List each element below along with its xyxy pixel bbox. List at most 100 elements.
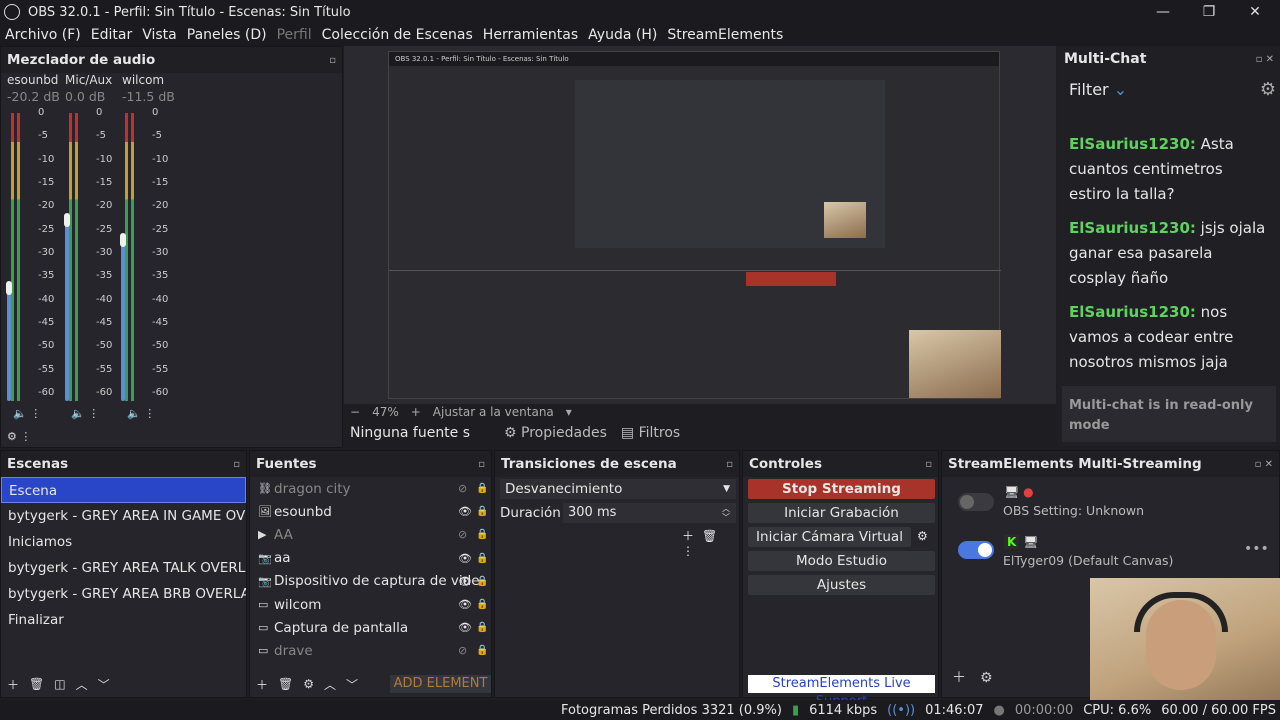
filters-button[interactable]: ▤ Filtros [621,425,680,441]
lock-icon[interactable]: 🔒 [476,506,488,517]
transition-select[interactable]: Desvanecimiento ▼ [500,479,736,499]
add-element-button[interactable]: ADD ELEMENT [390,675,491,693]
transition-tools[interactable]: ＋🗑⋮ [682,527,739,558]
undock-icon[interactable]: ▫ [726,459,733,470]
lock-icon[interactable]: 🔒 [476,529,488,540]
obs-output-toggle[interactable] [958,493,994,511]
mute-icon[interactable]: 🔈 ⋮ [13,407,41,420]
menu-herramientas[interactable]: Herramientas [478,27,583,43]
chevron-down-icon[interactable]: ▾ [566,405,572,419]
source-item[interactable]: ▭ wilcom 👁 🔒 [250,593,491,616]
eye-icon[interactable]: 👁 [458,552,472,565]
stop-streaming-button[interactable]: Stop Streaming [748,479,935,499]
source-item[interactable]: ⛓ dragon city ⊘ 🔒 [250,477,491,500]
minimize-button[interactable]: — [1140,0,1186,24]
webcam-overlay [1090,578,1280,720]
menu-editar[interactable]: Editar [86,27,137,43]
menu-paneles[interactable]: Paneles (D) [182,27,272,43]
chat-message: ElSaurius1230: nos vamos a codear entre … [1069,300,1269,375]
undock-icon[interactable]: ▫ [233,459,240,470]
lock-icon[interactable]: 🔒 [476,599,488,610]
scene-item[interactable]: bytygerk - GREY AREA IN GAME OVERLAY [1,503,246,529]
maximize-button[interactable]: ❐ [1186,0,1232,24]
add-icon[interactable]: ＋ [7,676,19,693]
source-item[interactable]: 🖼 esounbd 👁 🔒 [250,500,491,523]
source-item[interactable]: 📷 Dispositivo de captura de vide 👁 🔒 [250,570,491,593]
source-item[interactable]: ▭ Captura de pantalla 👁 🔒 [250,616,491,639]
trash-icon[interactable]: 🗑 [29,677,44,691]
volume-fader-handle[interactable] [6,280,12,295]
eye-icon[interactable]: 👁 [458,575,472,588]
move-up-icon[interactable]: ︿ [324,676,336,693]
stepper-icon[interactable]: ︿ ﹀ [722,504,730,522]
move-down-icon[interactable]: ﹀ [98,676,110,693]
menu-coleccion[interactable]: Colección de Escenas [317,27,478,43]
kick-output-toggle[interactable] [958,541,994,559]
volume-fader-fill[interactable] [7,286,11,401]
close-button[interactable]: ✕ [1232,0,1278,24]
meter-tick-label: -35 [152,270,169,282]
menu-streamelements[interactable]: StreamElements [662,27,788,43]
volume-fader-fill[interactable] [121,239,125,401]
scene-item[interactable]: bytygerk - GREY AREA BRB OVERLAY [1,581,246,607]
eye-hidden-icon[interactable]: ⊘ [458,482,467,495]
move-up-icon[interactable]: ︿ [76,676,88,693]
scene-item[interactable]: Iniciamos [1,529,246,555]
eye-icon[interactable]: 👁 [458,621,472,634]
virtual-camera-button[interactable]: Iniciar Cámara Virtual [748,527,911,547]
undock-icon[interactable]: ▫ [329,55,336,66]
eye-hidden-icon[interactable]: ⊘ [458,644,467,657]
mixer-settings-icon[interactable]: ⚙ ⋮ [7,430,31,443]
add-icon[interactable]: ＋ [256,676,268,693]
volume-fader-handle[interactable] [120,233,126,247]
live-support-button[interactable]: StreamElements Live Support [748,675,935,709]
lock-icon[interactable]: 🔒 [476,576,488,587]
eye-icon[interactable]: 👁 [458,598,472,611]
lock-icon[interactable]: 🔒 [476,483,488,494]
se-toolbar[interactable]: ＋⚙ [952,667,1007,687]
fit-window-select[interactable]: Ajustar a la ventana [433,405,554,419]
source-item[interactable]: 📷 aa 👁 🔒 [250,547,491,570]
volume-fader-fill[interactable] [65,219,69,401]
gear-icon[interactable]: ⚙ [303,677,314,691]
gear-icon[interactable]: ⚙ [917,529,928,543]
menu-archivo[interactable]: Archivo (F) [0,27,86,43]
undock-icon[interactable]: ▫ [925,459,932,470]
scene-item[interactable]: bytygerk - GREY AREA TALK OVERLAY [1,555,246,581]
settings-button[interactable]: Ajustes [748,575,935,595]
more-icon[interactable]: ••• [1244,541,1269,557]
mute-icon[interactable]: 🔈 ⋮ [71,407,99,420]
mute-icon[interactable]: 🔈 ⋮ [127,407,155,420]
source-item[interactable]: ▭ drave ⊘ 🔒 [250,639,491,662]
scene-item[interactable]: Escena [1,477,246,503]
lock-icon[interactable]: 🔒 [476,645,488,656]
meter-tick-label: -55 [96,363,113,375]
lock-icon[interactable]: 🔒 [476,553,488,564]
multistreaming-title: StreamElements Multi-Streaming [948,456,1202,472]
move-down-icon[interactable]: ﹀ [346,676,358,693]
scene-item[interactable]: Finalizar [1,607,246,633]
chat-user: ElSaurius1230: [1069,303,1196,321]
start-recording-button[interactable]: Iniciar Grabación [748,503,935,523]
menu-vista[interactable]: Vista [137,27,182,43]
menu-perfil[interactable]: Perfil [272,27,317,43]
properties-button[interactable]: ⚙ Propiedades [504,425,607,441]
filter-dropdown[interactable]: Filter ⌄ [1069,80,1127,99]
zoom-out-button[interactable]: − [350,405,360,419]
filter-icon[interactable]: ◫ [54,677,65,691]
menu-ayuda[interactable]: Ayuda (H) [583,27,662,43]
channel-esounbd: esounbd -20.2 dB [7,73,67,104]
source-item[interactable]: ▶ AA ⊘ 🔒 [250,523,491,546]
lock-icon[interactable]: 🔒 [476,622,488,633]
dock-controls[interactable]: ▫ ✕ [1256,54,1274,65]
volume-fader-handle[interactable] [64,213,70,228]
studio-mode-button[interactable]: Modo Estudio [748,551,935,571]
trash-icon[interactable]: 🗑 [278,677,293,691]
duration-spinbox[interactable]: 300 ms ︿ ﹀ [563,503,736,523]
gear-icon[interactable]: ⚙ [1260,79,1276,100]
undock-icon[interactable]: ▫ [478,459,485,470]
eye-hidden-icon[interactable]: ⊘ [458,528,467,541]
dock-controls[interactable]: ▫ ✕ [1255,459,1273,470]
zoom-in-button[interactable]: + [411,405,421,419]
eye-icon[interactable]: 👁 [458,505,472,518]
